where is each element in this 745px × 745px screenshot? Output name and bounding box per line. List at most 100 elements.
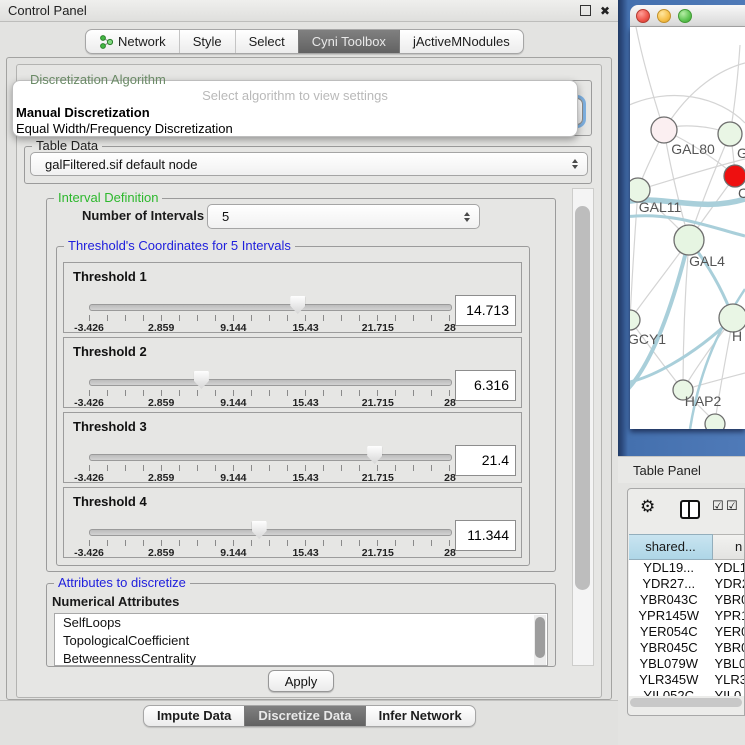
table-row[interactable]: YBR043CYBR0 <box>629 592 745 608</box>
tick-label: 2.859 <box>148 397 174 409</box>
threshold-value-field[interactable]: 6.316 <box>455 370 516 401</box>
horizontal-scrollbar-thumb[interactable] <box>630 698 742 707</box>
node-label: G <box>737 145 745 161</box>
numerical-attributes-list[interactable]: SelfLoops TopologicalCoefficient Between… <box>54 613 548 666</box>
tab-style[interactable]: Style <box>179 30 235 53</box>
tick-label: 21.715 <box>362 397 394 409</box>
table-data-combo-value: galFiltered.sif default node <box>31 157 572 172</box>
close-icon[interactable]: ✖ <box>600 6 610 16</box>
tab-jactivemnodules[interactable]: jActiveMNodules <box>399 30 523 53</box>
cell-name: YBL0 <box>708 656 745 672</box>
node-top-right[interactable] <box>718 122 742 146</box>
table-row[interactable]: YDR27...YDR2 <box>629 576 745 592</box>
discretization-algorithm-label: Discretization Algorithm <box>30 72 166 87</box>
list-scrollbar[interactable] <box>534 615 546 666</box>
node-label: GAL11 <box>639 199 682 215</box>
algorithm-option-equal-width[interactable]: Equal Width/Frequency Discretization <box>16 121 233 136</box>
tab-network[interactable]: Network <box>86 30 179 53</box>
slider-thumb[interactable] <box>252 521 267 539</box>
number-of-intervals-value: 5 <box>208 209 464 224</box>
threshold-value-field[interactable]: 11.344 <box>455 520 516 551</box>
table-panel-window: ⚙ ☑ ☑ shared... n YDL19...YDL1 YDR27...Y… <box>627 488 745 716</box>
node-bottom[interactable] <box>705 414 725 429</box>
tick-label: 2.859 <box>148 322 174 334</box>
traffic-light-yellow-icon[interactable] <box>657 9 671 23</box>
list-scrollbar-thumb[interactable] <box>535 617 545 658</box>
tick-label: 2.859 <box>148 547 174 559</box>
node-label: GAL4 <box>689 253 725 269</box>
list-item[interactable]: BetweennessCentrality <box>55 650 547 666</box>
slider-track[interactable] <box>89 454 452 461</box>
threshold-value-field[interactable]: 21.4 <box>455 445 516 476</box>
app-root: Control Panel ✖ Network Style Select Cyn… <box>0 0 745 745</box>
table-row[interactable]: YER054CYER0 <box>629 624 745 640</box>
checkbox-icon[interactable]: ☑ <box>726 498 738 514</box>
list-item[interactable]: TopologicalCoefficient <box>55 632 547 650</box>
slider-thumb[interactable] <box>194 371 209 389</box>
node-label: C <box>738 185 745 201</box>
table-row[interactable]: YIL052CYIL0 <box>629 688 745 696</box>
column-header-shared-name[interactable]: shared... <box>629 534 713 560</box>
panel-title: Control Panel <box>8 3 580 18</box>
vertical-scrollbar-thumb[interactable] <box>575 206 590 590</box>
list-item[interactable]: SelfLoops <box>55 614 547 632</box>
node-gal4[interactable] <box>674 225 704 255</box>
traffic-light-red-icon[interactable] <box>636 9 650 23</box>
threshold-slider[interactable]: -3.426 2.859 9.144 15.43 21.715 28 <box>89 263 450 332</box>
slider-track[interactable] <box>89 529 452 536</box>
algorithm-placeholder: Select algorithm to view settings <box>13 88 577 103</box>
checkbox-icon[interactable]: ☑ <box>712 498 724 514</box>
table-row[interactable]: YLR345WYLR3 <box>629 672 745 688</box>
cyni-mode-tabs: Impute Data Discretize Data Infer Networ… <box>143 705 476 727</box>
tab-impute-data[interactable]: Impute Data <box>144 706 244 726</box>
threshold-panel: Threshold 1 -3.426 2.859 9.144 15.43 21.… <box>63 262 522 333</box>
split-panel-icon[interactable] <box>680 500 700 519</box>
column-header-name[interactable]: n <box>713 534 745 560</box>
node-label: H <box>732 328 742 344</box>
slider-thumb[interactable] <box>367 446 382 464</box>
slider-track[interactable] <box>89 379 452 386</box>
tab-discretize-data[interactable]: Discretize Data <box>244 706 364 726</box>
tab-select[interactable]: Select <box>235 30 298 53</box>
numerical-attributes-label: Numerical Attributes <box>52 594 179 609</box>
table-row[interactable]: YBR045CYBR0 <box>629 640 745 656</box>
threshold-slider[interactable]: -3.426 2.859 9.144 15.43 21.715 28 <box>89 338 450 407</box>
tab-select-label: Select <box>249 30 285 53</box>
slider-ticks <box>89 315 451 321</box>
combo-stepper-icon <box>572 159 578 169</box>
table-header-row: shared... n <box>629 534 745 560</box>
node-gcy1[interactable] <box>630 310 640 330</box>
float-window-icon[interactable] <box>580 5 591 16</box>
number-of-intervals-combo[interactable]: 5 <box>207 204 480 229</box>
cell-name: YDR2 <box>708 576 745 592</box>
tick-label: 9.144 <box>220 397 246 409</box>
traffic-light-green-icon[interactable] <box>678 9 692 23</box>
table-panel-titlebar: Table Panel <box>618 456 745 483</box>
network-window-titlebar[interactable] <box>630 5 745 27</box>
network-canvas[interactable]: GAL80 G GAL11 C GAL4 GCY1 H HAP2 <box>630 27 745 429</box>
cell-name: YBR0 <box>708 640 745 656</box>
table-row[interactable]: YBL079WYBL0 <box>629 656 745 672</box>
tick-label: 15.43 <box>292 322 318 334</box>
tick-label: 15.43 <box>292 547 318 559</box>
apply-button[interactable]: Apply <box>268 670 334 692</box>
node-selected-red[interactable] <box>724 165 745 187</box>
node-gal80[interactable] <box>651 117 677 143</box>
gear-icon[interactable]: ⚙ <box>640 495 655 519</box>
table-row[interactable]: YPR145WYPR1 <box>629 608 745 624</box>
algorithm-option-manual[interactable]: Manual Discretization <box>16 105 150 120</box>
tick-label: 15.43 <box>292 397 318 409</box>
slider-track[interactable] <box>89 304 452 311</box>
cell-shared-name: YLR345W <box>629 672 708 688</box>
table-body[interactable]: YDL19...YDL1 YDR27...YDR2 YBR043CYBR0 YP… <box>629 560 745 696</box>
node-label: GAL80 <box>671 141 715 157</box>
table-row[interactable]: YDL19...YDL1 <box>629 560 745 576</box>
threshold-panel: Threshold 4 -3.426 2.859 9.144 15.43 21.… <box>63 487 522 558</box>
threshold-value-field[interactable]: 14.713 <box>455 295 516 326</box>
slider-thumb[interactable] <box>290 296 305 314</box>
threshold-slider[interactable]: -3.426 2.859 9.144 15.43 21.715 28 <box>89 488 450 557</box>
threshold-slider[interactable]: -3.426 2.859 9.144 15.43 21.715 28 <box>89 413 450 482</box>
table-data-combo[interactable]: galFiltered.sif default node <box>30 152 588 176</box>
tab-infer-network[interactable]: Infer Network <box>365 706 475 726</box>
tab-cyni-toolbox[interactable]: Cyni Toolbox <box>298 30 399 53</box>
